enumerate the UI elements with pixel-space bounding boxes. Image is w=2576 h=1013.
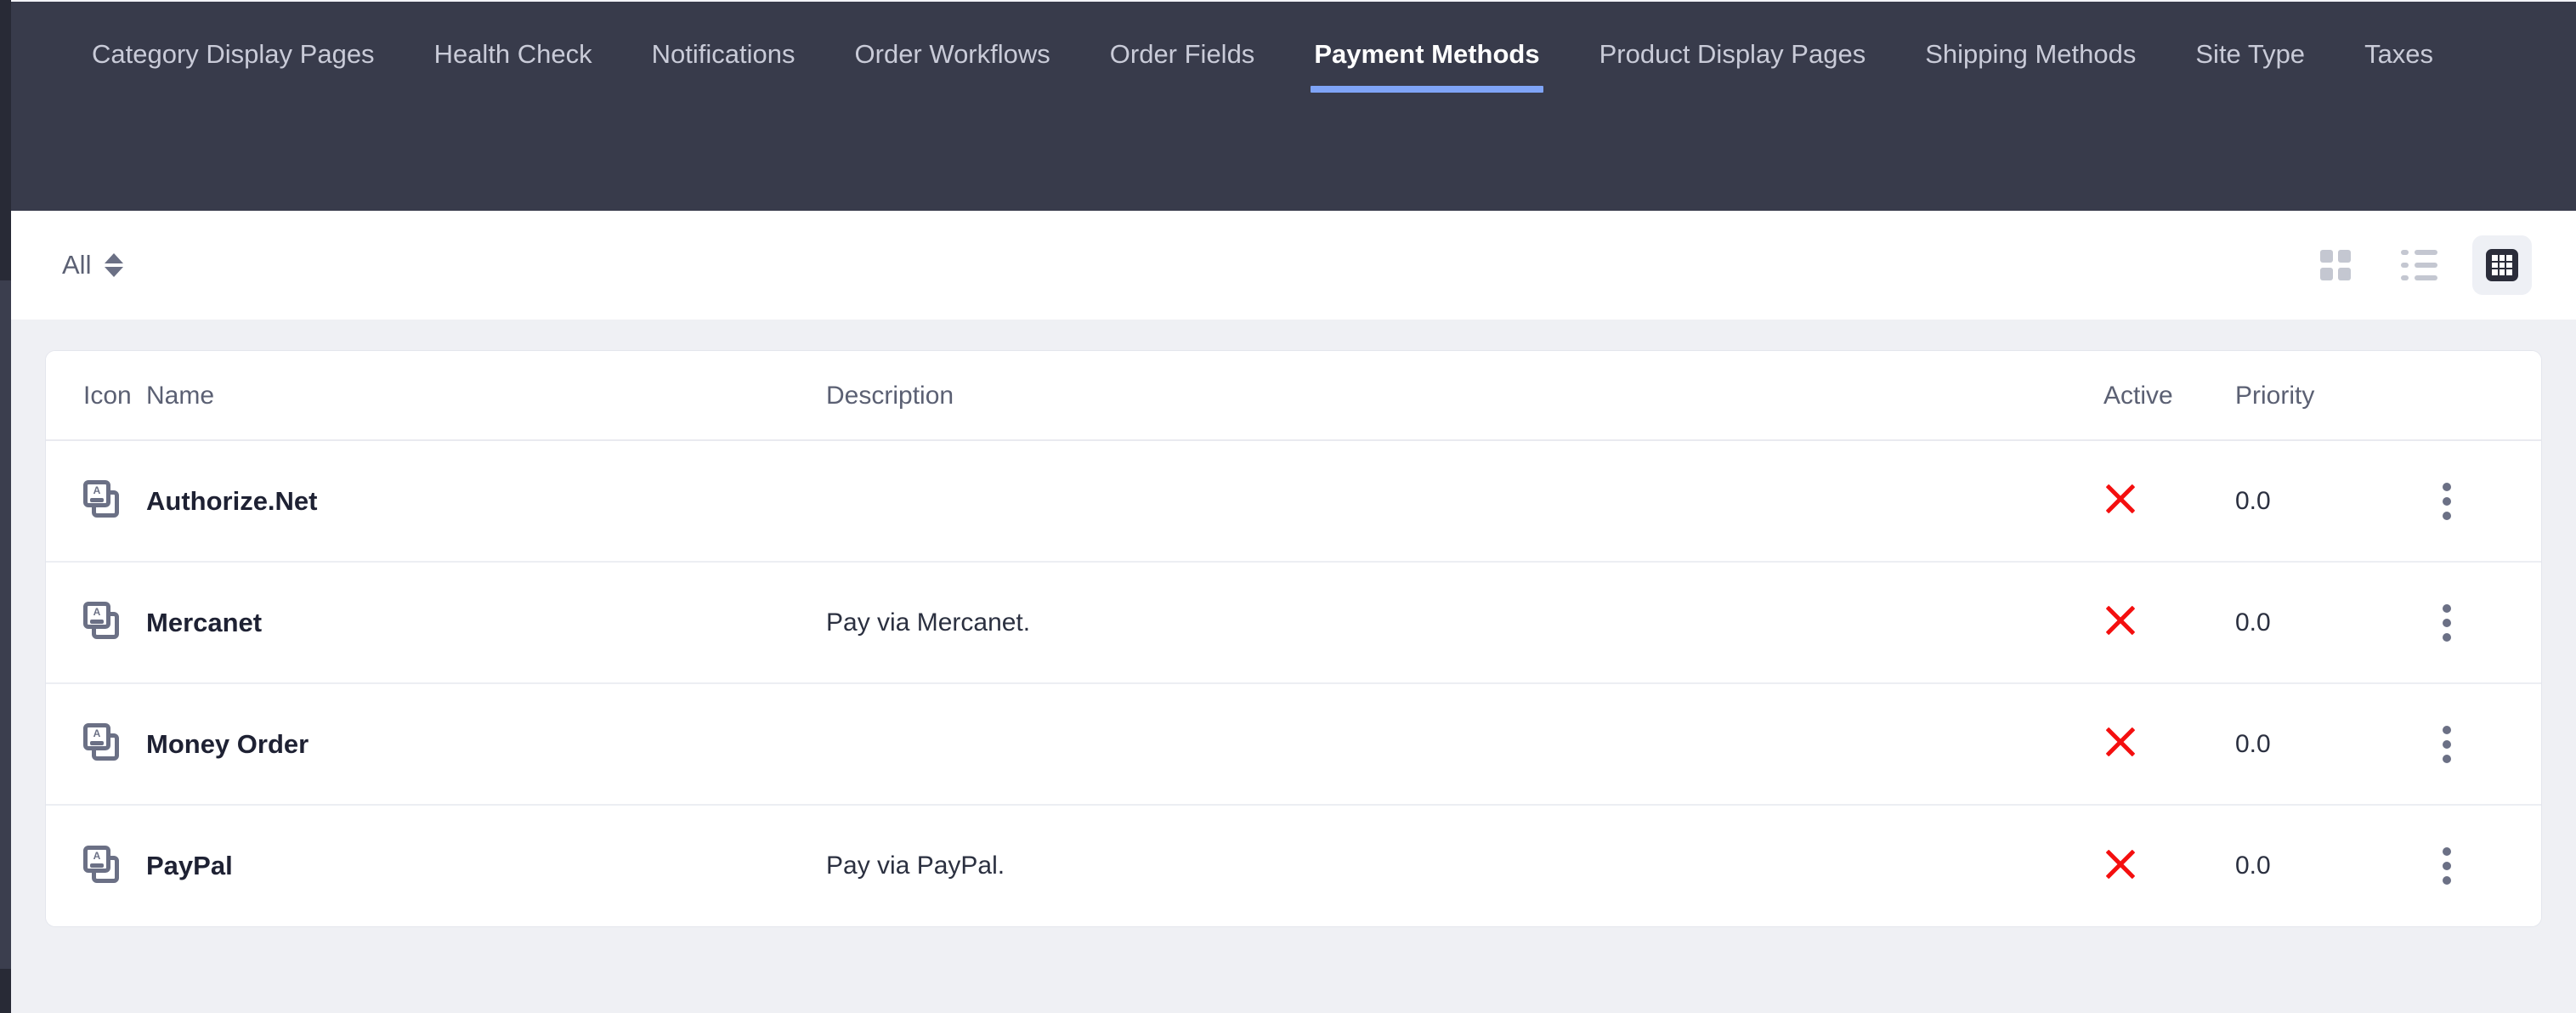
row-actions-cell bbox=[2431, 440, 2541, 563]
main-content: Icon Name Description Active Priority AA… bbox=[11, 320, 2576, 1013]
column-header-name[interactable]: Name bbox=[146, 351, 826, 441]
table-row[interactable]: A Money Order 0.0 bbox=[46, 683, 2541, 806]
cards-view-button[interactable] bbox=[2306, 235, 2365, 295]
table-body: A Authorize.Net 0.0 A Mercanet Pay via Mercan… bbox=[46, 440, 2541, 926]
red-x-icon[interactable] bbox=[2103, 725, 2137, 759]
red-x-icon[interactable] bbox=[2103, 482, 2137, 516]
row-icon-cell: A bbox=[46, 683, 146, 806]
nav-tab-order-workflows[interactable]: Order Workflows bbox=[825, 20, 1080, 93]
kebab-menu-icon[interactable] bbox=[2431, 597, 2463, 648]
list-view-button[interactable] bbox=[2389, 235, 2449, 295]
row-actions-cell bbox=[2431, 805, 2541, 926]
priority-value: 0.0 bbox=[2235, 486, 2271, 515]
view-toolbar: All bbox=[11, 211, 2576, 320]
payment-methods-card: Icon Name Description Active Priority AA… bbox=[45, 350, 2542, 927]
filter-dropdown-label: All bbox=[62, 250, 92, 280]
row-icon-cell: A bbox=[46, 562, 146, 684]
column-header-icon[interactable]: Icon bbox=[46, 351, 146, 441]
filter-dropdown[interactable]: All bbox=[62, 250, 124, 280]
kebab-menu-icon[interactable] bbox=[2431, 840, 2463, 891]
red-x-icon[interactable] bbox=[2103, 603, 2137, 637]
list-icon bbox=[2400, 250, 2437, 280]
table-header-row: Icon Name Description Active Priority bbox=[46, 351, 2541, 441]
app-root: Category Display Pages Health Check Notifi… bbox=[0, 0, 2576, 1013]
table-row[interactable]: A Mercanet Pay via Mercanet. 0.0 bbox=[46, 562, 2541, 684]
payment-methods-table: Icon Name Description Active Priority AA… bbox=[46, 351, 2541, 926]
grid-cards-icon bbox=[2320, 250, 2351, 280]
nav-tab-row: Category Display Pages Health Check Notifi… bbox=[11, 20, 2576, 93]
row-icon-cell: A bbox=[46, 805, 146, 926]
row-actions-cell bbox=[2431, 683, 2541, 806]
kebab-menu-icon[interactable] bbox=[2431, 476, 2463, 527]
active-status-cell bbox=[2103, 440, 2235, 563]
nav-tab-health-check[interactable]: Health Check bbox=[405, 20, 622, 93]
kebab-menu-icon[interactable] bbox=[2431, 719, 2463, 770]
active-status-cell bbox=[2103, 805, 2235, 926]
top-navigation-bar: Category Display Pages Health Check Notifi… bbox=[11, 0, 2576, 211]
column-header-actions bbox=[2431, 351, 2541, 441]
column-header-priority[interactable]: Priority bbox=[2235, 351, 2431, 441]
copy-document-icon: A bbox=[83, 723, 121, 761]
column-header-description[interactable]: Description bbox=[826, 351, 2103, 441]
payment-method-name: Mercanet bbox=[146, 607, 263, 637]
payment-method-name: Money Order bbox=[146, 728, 309, 759]
view-toggle-group bbox=[2306, 235, 2532, 295]
nav-tab-category-display-pages[interactable]: Category Display Pages bbox=[62, 20, 405, 93]
nav-tab-shipping-methods[interactable]: Shipping Methods bbox=[1895, 20, 2166, 93]
copy-document-icon: A bbox=[83, 480, 121, 518]
table-row[interactable]: A Authorize.Net 0.0 bbox=[46, 440, 2541, 563]
table-grid-icon bbox=[2486, 249, 2518, 281]
table-view-button[interactable] bbox=[2472, 235, 2532, 295]
sidebar-rail-upper bbox=[0, 0, 11, 280]
copy-document-icon: A bbox=[83, 845, 121, 883]
table-row[interactable]: A PayPal Pay via PayPal. 0.0 bbox=[46, 805, 2541, 926]
sidebar-rail-lower bbox=[0, 969, 11, 1013]
priority-value: 0.0 bbox=[2235, 729, 2271, 758]
payment-method-name: Authorize.Net bbox=[146, 485, 318, 516]
table-head: Icon Name Description Active Priority bbox=[46, 351, 2541, 441]
sidebar-rail-middle bbox=[0, 280, 11, 969]
nav-tab-product-display-pages[interactable]: Product Display Pages bbox=[1570, 20, 1896, 93]
column-header-active[interactable]: Active bbox=[2103, 351, 2235, 441]
sort-chevrons-icon bbox=[105, 253, 124, 277]
sidebar-rail bbox=[0, 0, 11, 1013]
nav-tab-order-fields[interactable]: Order Fields bbox=[1080, 20, 1285, 93]
nav-tab-notifications[interactable]: Notifications bbox=[622, 20, 825, 93]
active-status-cell bbox=[2103, 683, 2235, 806]
nav-tab-payment-methods[interactable]: Payment Methods bbox=[1284, 20, 1569, 93]
payment-method-description: Pay via Mercanet. bbox=[826, 608, 1031, 637]
payment-method-description: Pay via PayPal. bbox=[826, 852, 1005, 880]
active-status-cell bbox=[2103, 562, 2235, 684]
payment-method-name: PayPal bbox=[146, 851, 233, 880]
row-actions-cell bbox=[2431, 562, 2541, 684]
nav-tab-site-type[interactable]: Site Type bbox=[2166, 20, 2335, 93]
copy-document-icon: A bbox=[83, 602, 121, 639]
priority-value: 0.0 bbox=[2235, 852, 2271, 880]
nav-inner: Category Display Pages Health Check Notifi… bbox=[11, 2, 2576, 211]
nav-tab-taxes[interactable]: Taxes bbox=[2335, 20, 2463, 93]
row-icon-cell: A bbox=[46, 440, 146, 563]
priority-value: 0.0 bbox=[2235, 608, 2271, 637]
red-x-icon[interactable] bbox=[2103, 847, 2137, 881]
content-column: Category Display Pages Health Check Notifi… bbox=[11, 0, 2576, 1013]
